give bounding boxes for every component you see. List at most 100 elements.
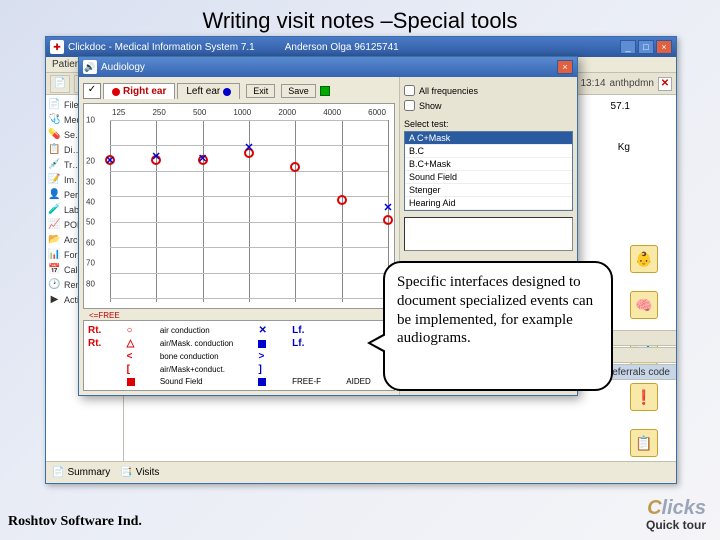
y-label: 50 [86,218,95,227]
list-item[interactable]: Sound Field [405,171,572,184]
test-listbox[interactable]: A C+Mask B.C B.C+Mask Sound Field Stenge… [404,131,573,211]
check-toggle[interactable]: ✓ [83,83,101,99]
point-x: ✕ [151,151,161,161]
legend-text: air/Mask. conduction [160,339,253,348]
legend-text: air/Mask+conduct. [160,365,253,374]
audiogram-chart[interactable]: 125 250 500 1000 2000 4000 6000 10 20 30… [83,103,395,309]
y-label: 60 [86,238,95,247]
circle-icon: ○ [127,325,154,336]
minimize-button[interactable]: _ [620,40,636,54]
tab-left-ear[interactable]: Left ear [177,83,240,99]
lf-label: Lf. [292,338,340,349]
close-flag-icon[interactable]: ✕ [658,77,672,91]
triangle-icon: △ [127,338,154,349]
point-x: ✕ [198,153,208,163]
freq-label: 500 [193,108,206,117]
callout-bubble: Specific interfaces designed to document… [383,261,613,391]
slide-title: Writing visit notes –Special tools [0,0,720,38]
square-icon [127,378,135,386]
exit-button[interactable]: Exit [246,84,275,98]
notes-textarea[interactable] [404,217,573,251]
point-x: ✕ [244,142,254,152]
status-summary[interactable]: 📄Summary [52,467,110,478]
list-item[interactable]: Stenger [405,184,572,197]
dialog-title: Audiology [101,62,145,73]
all-freq-checkbox[interactable]: All frequencies [404,85,573,96]
save-indicator-icon [320,86,330,96]
visits-icon: 📑 [120,467,132,478]
maximize-button[interactable]: □ [638,40,654,54]
side-btn-5[interactable]: 📋 [630,429,658,457]
point-x: ✕ [383,202,393,212]
freq-label: 250 [152,108,165,117]
status-visits-label: Visits [136,467,160,478]
dialog-close-button[interactable]: × [557,60,573,74]
list-item[interactable]: B.C+Mask [405,158,572,171]
status-visits[interactable]: 📑 Visits [120,467,159,478]
bracket-icon: > [258,351,286,362]
checkbox-label: Show [419,101,442,111]
user-text: anthpdmn [610,78,654,89]
side-btn-1[interactable]: 👶 [630,245,658,273]
legend-text: air conduction [160,326,253,335]
person-icon: 👤 [48,188,61,201]
list-item[interactable]: B.C [405,145,572,158]
list-item[interactable]: Hearing Aid [405,197,572,210]
show-checkbox[interactable]: Show [404,100,573,111]
clicks-logo: Clicks [647,497,706,520]
point-x: ✕ [105,155,115,165]
flask-icon: 🧪 [48,203,61,216]
select-test-label: Select test: [404,119,573,129]
chart-grid: ✕ ✕ ✕ ✕ ✕ [110,120,388,302]
syringe-icon: 💉 [48,158,61,171]
forms-icon: 📊 [48,248,61,261]
red-dot-icon [112,88,120,96]
rt-label: Rt. [88,325,121,336]
statusbar: 📄Summary 📑 Visits [46,461,676,483]
lf-label: Lf. [292,325,340,336]
close-button[interactable]: × [656,40,672,54]
bracket-icon: ] [258,364,286,375]
note-icon: 📝 [48,173,61,186]
footer-company: Roshtov Software Ind. [8,514,142,530]
under-label: <=FREE [83,311,395,320]
calendar-icon: 📅 [48,263,61,276]
point-o [383,215,393,225]
bracket-icon: [ [127,364,154,375]
y-label: 40 [86,197,95,206]
age-value: 57.1 [611,101,630,112]
freq-label: 125 [112,108,125,117]
clipboard-icon: 📋 [48,143,61,156]
app-icon: ✚ [50,40,64,54]
toolbar-btn-1[interactable]: 📄 [50,75,70,93]
legend: Rt. ○ air conduction ✕ Lf. Rt. △ air/Mas… [83,320,395,391]
point-o [290,162,300,172]
freq-label: 2000 [278,108,296,117]
square-icon [258,340,266,348]
app-title: Clickdoc - Medical Information System 7.… [68,42,255,53]
app-titlebar[interactable]: ✚ Clickdoc - Medical Information System … [46,37,676,57]
summary-icon: 📄 [52,467,64,478]
tab-right-ear[interactable]: Right ear [103,83,175,99]
rt-label: Rt. [88,338,121,349]
x-icon: ✕ [258,325,286,336]
save-button[interactable]: Save [281,84,316,98]
side-btn-2[interactable]: 🧠 [630,291,658,319]
y-label: 10 [86,116,95,125]
side-btn-4[interactable]: ❗ [630,383,658,411]
dialog-titlebar[interactable]: 🔊 Audiology × [79,57,577,77]
footer-quicktour: Quick tour [646,518,706,532]
folder-icon: 📂 [48,233,61,246]
clock-icon: 🕑 [48,278,61,291]
bracket-icon: < [127,351,154,362]
play-icon: ▶ [48,293,61,306]
list-item[interactable]: A C+Mask [405,132,572,145]
y-label: 70 [86,259,95,268]
stetho-icon: 🩺 [48,113,61,126]
blue-dot-icon [223,88,231,96]
dialog-icon: 🔊 [83,60,97,74]
freq-label: 6000 [368,108,386,117]
legend-text: FREE-F [292,377,340,386]
kg-label: Kg [618,142,630,153]
y-label: 80 [86,279,95,288]
